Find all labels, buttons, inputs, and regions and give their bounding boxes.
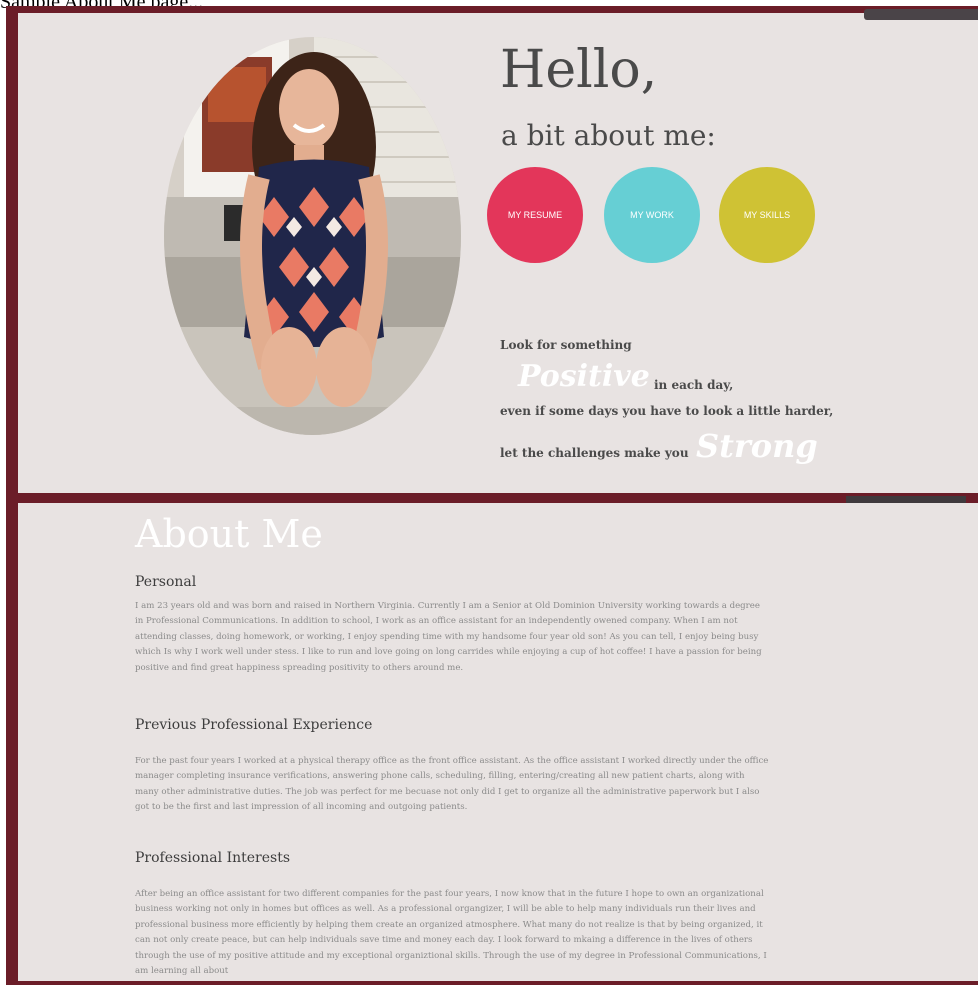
- top-tab: [864, 9, 978, 20]
- interests-heading: Professional Interests: [135, 850, 291, 866]
- about-section: About Me Personal I am 23 years old and …: [18, 503, 978, 981]
- about-title: About Me: [135, 512, 323, 556]
- my-resume-button[interactable]: MY RESUME: [487, 167, 583, 263]
- experience-body: For the past four years I worked at a ph…: [135, 756, 769, 813]
- hero-section: Hello, a bit about me: MY RESUME MY WORK…: [18, 13, 978, 493]
- personal-heading: Personal: [135, 574, 197, 590]
- quote-line-1: Look for something: [500, 338, 632, 352]
- interests-body: After being an office assistant for two …: [135, 889, 767, 977]
- quote-line-2: in each day,: [654, 378, 734, 392]
- quote-word-positive: Positive: [518, 359, 650, 394]
- hero-subtitle: a bit about me:: [501, 119, 716, 152]
- my-skills-button[interactable]: MY SKILLS: [719, 167, 815, 263]
- my-work-button[interactable]: MY WORK: [604, 167, 700, 263]
- personal-body: I am 23 years old and was born and raise…: [135, 601, 762, 673]
- quote-line-4: let the challenges make you: [500, 446, 689, 460]
- hero-greeting: Hello,: [500, 40, 658, 100]
- quote-word-strong: Strong: [696, 427, 818, 465]
- profile-photo: [164, 37, 461, 435]
- quote-line-3: even if some days you have to look a lit…: [500, 404, 834, 418]
- experience-heading: Previous Professional Experience: [135, 717, 373, 733]
